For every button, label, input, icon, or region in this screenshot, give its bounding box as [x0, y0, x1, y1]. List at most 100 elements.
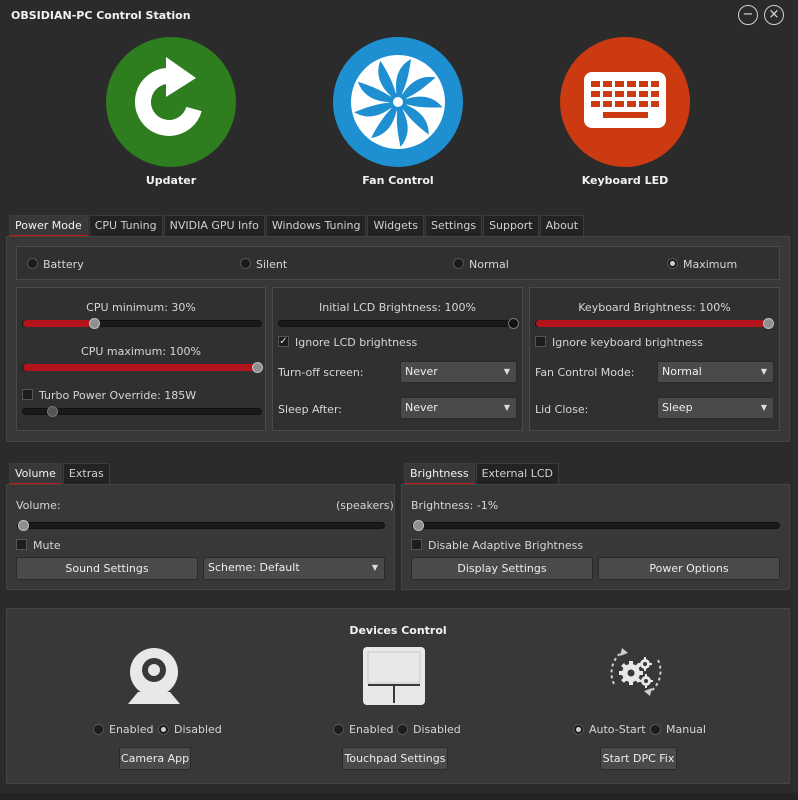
radio-maximum[interactable] [667, 258, 678, 272]
gears-cycle-icon [610, 648, 662, 696]
power-options-button[interactable]: Power Options [598, 557, 780, 580]
scheme-value: Scheme: Default [208, 561, 300, 574]
window-title: OBSIDIAN-PC Control Station [11, 9, 191, 22]
normal-radio[interactable] [453, 258, 464, 269]
fan-control-mode-value: Normal [662, 365, 702, 378]
turnoff-screen-select[interactable]: Never ▼ [400, 361, 517, 383]
volume-label: Volume: [16, 499, 61, 512]
camera-disabled-label: Disabled [174, 723, 222, 736]
fan-icon [351, 55, 445, 149]
brightness-label: Brightness: -1% [411, 499, 499, 512]
sleep-after-label: Sleep After: [278, 403, 342, 416]
scheme-select[interactable]: Scheme: Default ▼ [203, 557, 385, 580]
volume-slider[interactable] [17, 520, 385, 531]
ignore-lcd-checkbox[interactable]: ✓ [278, 336, 289, 347]
radio-silent[interactable] [240, 258, 251, 272]
keyboard-icon [584, 72, 666, 128]
silent-radio[interactable] [240, 258, 251, 269]
mute-checkbox[interactable] [16, 539, 27, 550]
tab-support[interactable]: Support [483, 215, 539, 237]
camera-app-button[interactable]: Camera App [119, 747, 191, 770]
turnoff-screen-value: Never [405, 365, 438, 378]
tab-cpu-tuning[interactable]: CPU Tuning [88, 215, 163, 237]
turbo-override-checkbox[interactable] [22, 389, 33, 400]
cpu-min-slider[interactable] [22, 318, 262, 329]
sound-settings-button[interactable]: Sound Settings [16, 557, 198, 580]
dpc-autostart-label: Auto-Start [589, 723, 646, 736]
tab-external-lcd[interactable]: External LCD [475, 463, 560, 485]
radio-normal[interactable] [453, 258, 464, 272]
maximum-label: Maximum [683, 258, 738, 271]
tab-windows-tuning[interactable]: Windows Tuning [265, 215, 367, 237]
power-mode-row [16, 246, 780, 280]
radio-battery[interactable] [27, 258, 38, 272]
keyboard-led-launcher[interactable] [560, 37, 690, 167]
dpc-autostart-radio[interactable] [573, 724, 584, 735]
cpu-max-label: CPU maximum: 100% [81, 345, 201, 358]
cpu-min-fill [23, 320, 95, 327]
start-dpc-fix-button[interactable]: Start DPC Fix [600, 747, 677, 770]
tab-power-mode[interactable]: Power Mode [9, 215, 88, 237]
display-tabbar: Brightness External LCD [404, 463, 560, 485]
lcd-brightness-slider[interactable] [278, 318, 519, 329]
tab-extras[interactable]: Extras [62, 463, 110, 485]
brightness-handle[interactable] [413, 520, 424, 531]
adaptive-brightness-checkbox[interactable] [411, 539, 422, 550]
battery-radio[interactable] [27, 258, 38, 269]
keyboard-brightness-slider[interactable] [535, 318, 774, 329]
cpu-max-fill [23, 364, 261, 371]
volume-handle[interactable] [18, 520, 29, 531]
maximum-radio[interactable] [667, 258, 678, 269]
close-icon: × [768, 7, 780, 22]
lcd-brightness-label: Initial LCD Brightness: 100% [319, 301, 476, 314]
minimize-button[interactable]: − [738, 5, 758, 25]
fan-control-mode-select[interactable]: Normal ▼ [657, 361, 774, 383]
fan-control-launcher[interactable] [333, 37, 463, 167]
cpu-min-label: CPU minimum: 30% [86, 301, 196, 314]
tab-brightness[interactable]: Brightness [404, 463, 475, 485]
fan-control-mode-label: Fan Control Mode: [535, 366, 635, 379]
main-tabbar: Power Mode CPU Tuning NVIDIA GPU Info Wi… [9, 215, 585, 237]
touchpad-enabled-radio[interactable] [333, 724, 344, 735]
lid-close-label: Lid Close: [535, 403, 589, 416]
camera-disabled-radio[interactable] [158, 724, 169, 735]
sleep-after-value: Never [405, 401, 438, 414]
sleep-after-select[interactable]: Never ▼ [400, 397, 517, 419]
battery-label: Battery [43, 258, 84, 271]
minimize-icon: − [742, 7, 754, 22]
tab-widgets[interactable]: Widgets [367, 215, 424, 237]
touchpad-icon [363, 647, 425, 705]
ignore-keyboard-checkbox[interactable] [535, 336, 546, 347]
status-strip [0, 793, 798, 800]
touchpad-disabled-label: Disabled [413, 723, 461, 736]
chevron-down-icon: ▼ [760, 403, 767, 412]
camera-enabled-label: Enabled [109, 723, 154, 736]
turbo-power-slider[interactable] [22, 406, 262, 417]
checkmark-icon: ✓ [279, 336, 288, 347]
turbo-override-label: Turbo Power Override: 185W [39, 389, 197, 402]
dpc-manual-radio[interactable] [650, 724, 661, 735]
cpu-max-slider[interactable] [22, 362, 263, 373]
fan-control-label: Fan Control [362, 174, 434, 187]
updater-launcher[interactable] [106, 37, 236, 167]
turnoff-screen-label: Turn-off screen: [278, 366, 364, 379]
keyboard-led-label: Keyboard LED [581, 174, 669, 187]
tab-about[interactable]: About [539, 215, 585, 237]
keyboard-brightness-handle[interactable] [763, 318, 774, 329]
chevron-down-icon: ▼ [503, 403, 510, 412]
cpu-max-handle[interactable] [252, 362, 263, 373]
brightness-slider[interactable] [412, 520, 780, 531]
tab-settings[interactable]: Settings [424, 215, 483, 237]
mute-label: Mute [33, 539, 61, 552]
tab-nvidia-gpu-info[interactable]: NVIDIA GPU Info [163, 215, 265, 237]
lid-close-select[interactable]: Sleep ▼ [657, 397, 774, 419]
close-button[interactable]: × [764, 5, 784, 25]
lcd-brightness-handle[interactable] [508, 318, 519, 329]
tab-volume[interactable]: Volume [9, 463, 62, 485]
touchpad-disabled-radio[interactable] [397, 724, 408, 735]
camera-enabled-radio[interactable] [93, 724, 104, 735]
turbo-power-handle[interactable] [46, 406, 58, 417]
updater-label: Updater [145, 174, 197, 187]
touchpad-settings-button[interactable]: Touchpad Settings [342, 747, 448, 770]
display-settings-button[interactable]: Display Settings [411, 557, 593, 580]
